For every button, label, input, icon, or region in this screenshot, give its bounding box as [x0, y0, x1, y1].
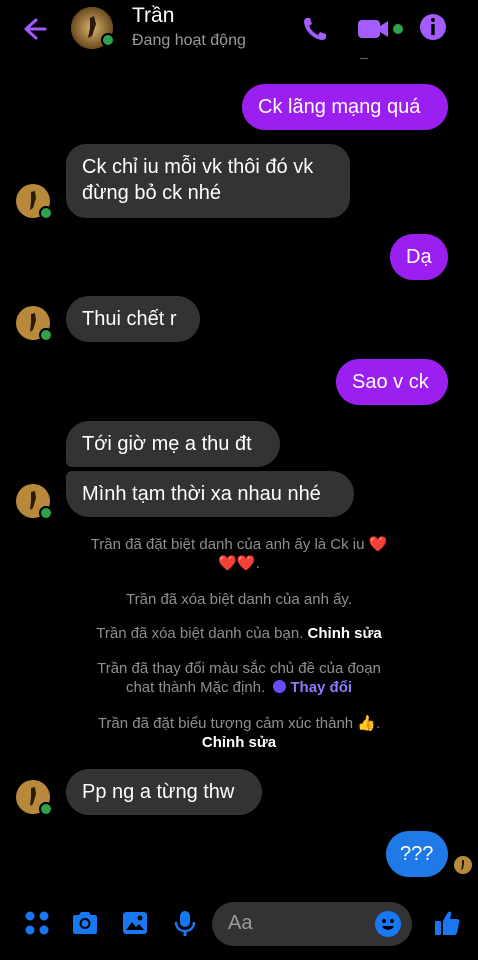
contact-avatar-small — [16, 184, 53, 220]
heart-icon: ❤️❤️ — [218, 555, 256, 572]
emoji-icon[interactable] — [374, 910, 402, 938]
online-dot — [39, 328, 53, 342]
info-icon[interactable] — [418, 12, 448, 42]
message-line: Ck chỉ iu mỗi vk thôi đó vk — [82, 156, 314, 178]
contact-avatar-small — [16, 780, 53, 816]
outgoing-message[interactable]: Ck lãng mạng quá — [242, 84, 448, 130]
system-nickname-removed: Trần đã xóa biệt danh của anh ấy. — [126, 591, 352, 608]
phone-call-icon[interactable] — [300, 14, 330, 44]
contact-avatar-small — [16, 484, 53, 520]
online-dot — [39, 802, 53, 816]
edit-nickname-link[interactable]: Chỉnh sửa — [308, 625, 382, 642]
incoming-message[interactable]: Ck chỉ iu mỗi vk thôi đó vk đừng bỏ ck n… — [66, 144, 350, 218]
outgoing-message[interactable]: Dạ — [390, 234, 448, 280]
heart-icon: ❤️ — [368, 536, 388, 553]
theme-color-dot — [273, 680, 287, 693]
contact-avatar[interactable] — [70, 6, 120, 50]
system-text: Trần đã xóa biệt danh của bạn. — [96, 625, 304, 642]
thumbs-up-icon: 👍 — [357, 715, 376, 732]
system-nickname-removed-yours: Trần đã xóa biệt danh của bạn. Chỉnh sửa — [0, 624, 478, 643]
system-theme-changed: Trần đã thay đổi màu sắc chủ đề của đoạn… — [0, 659, 478, 697]
divider — [360, 58, 368, 59]
contact-name: Trần — [132, 4, 175, 27]
system-text: Trần đã thay đổi màu sắc chủ đề của đoạn — [97, 660, 381, 677]
system-nickname-set: Trần đã đặt biệt danh của anh ấy là Ck i… — [90, 536, 388, 572]
change-theme-link[interactable]: Thay đổi — [290, 679, 352, 696]
system-text: chat thành Mặc định. — [125, 679, 266, 696]
gallery-icon[interactable] — [120, 908, 150, 938]
message-input-placeholder: Aa — [228, 912, 253, 934]
microphone-icon[interactable] — [170, 908, 200, 938]
online-dot — [39, 206, 53, 220]
menu-dots-icon[interactable] — [22, 908, 52, 938]
incoming-message[interactable]: Thui chết r — [66, 296, 200, 342]
like-thumb-icon[interactable] — [432, 908, 462, 938]
contact-avatar-small — [16, 306, 53, 342]
online-dot — [39, 506, 53, 520]
system-emoji-changed: Trần đã đặt biểu tượng cảm xúc thành 👍. … — [97, 715, 381, 751]
system-text: Trần đã đặt biểu tượng cảm xúc thành — [97, 715, 354, 732]
seen-avatar — [454, 856, 472, 874]
camera-icon[interactable] — [70, 908, 100, 938]
back-arrow-icon[interactable] — [18, 14, 48, 44]
outgoing-message[interactable]: Sao v ck — [336, 359, 448, 405]
incoming-message[interactable]: Pp ng a từng thw — [66, 769, 262, 815]
incoming-message[interactable]: Mình tạm thời xa nhau nhé — [66, 471, 354, 517]
system-text: Trần đã đặt biệt danh của anh ấy là Ck i… — [90, 536, 365, 553]
incoming-message[interactable]: Tới giờ mẹ a thu đt — [66, 421, 280, 467]
active-status: Đang hoạt động — [132, 32, 246, 49]
edit-emoji-link[interactable]: Chỉnh sửa — [202, 734, 276, 751]
message-line: đừng bỏ ck nhé — [82, 182, 222, 204]
video-call-icon[interactable] — [356, 16, 404, 42]
outgoing-message[interactable]: ??? — [386, 831, 448, 877]
